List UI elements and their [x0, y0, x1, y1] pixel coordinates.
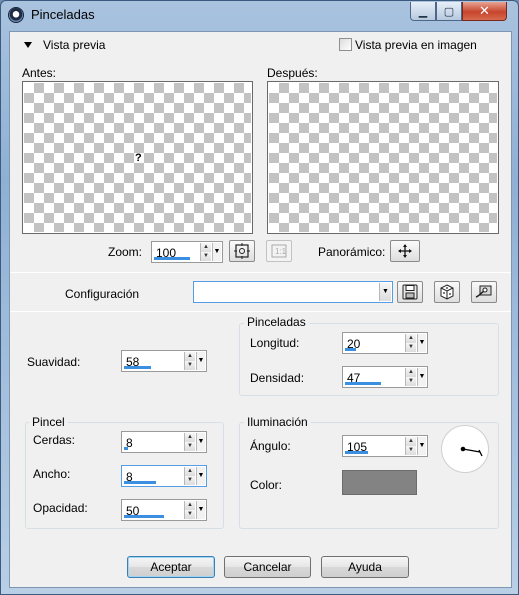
zoom-label: Zoom: — [108, 245, 143, 259]
pan-button[interactable] — [390, 240, 420, 262]
zoom-level-bar — [154, 257, 190, 260]
before-preview-marker: ? — [135, 152, 142, 164]
accept-button[interactable]: Aceptar — [127, 556, 215, 578]
cerdas-label: Cerdas: — [33, 433, 76, 447]
densidad-dropdown[interactable]: ▼ — [417, 368, 426, 386]
pincel-title: Pincel — [29, 415, 68, 429]
close-button[interactable]: ✕ — [462, 2, 507, 21]
randomize-dice-icon — [440, 284, 454, 300]
suavidad-label: Suavidad: — [27, 355, 81, 369]
cerdas-dropdown[interactable]: ▼ — [196, 433, 205, 451]
suavidad-stepper[interactable]: ▲ ▼ — [184, 352, 195, 370]
actual-size-button[interactable]: 1:1 — [266, 240, 292, 262]
config-dropdown-arrow[interactable]: ▼ — [379, 283, 391, 301]
color-label: Color: — [250, 478, 283, 492]
angulo-stepper[interactable]: ▲ ▼ — [405, 437, 416, 455]
opacidad-input[interactable]: 50 ▲ ▼ ▼ — [121, 499, 207, 521]
ancho-label: Ancho: — [33, 467, 71, 481]
longitud-input[interactable]: 20 ▲ ▼ ▼ — [342, 332, 428, 354]
preview-separator — [10, 272, 511, 273]
minimize-button[interactable]: ▁ — [410, 2, 436, 21]
ancho-stepper[interactable]: ▲ ▼ — [184, 467, 195, 485]
longitud-level-bar — [345, 348, 356, 351]
cerdas-stepper[interactable]: ▲ ▼ — [184, 433, 195, 451]
zoom-input[interactable]: 100 ▲ ▼ ▼ — [151, 241, 223, 263]
app-icon[interactable] — [8, 7, 24, 23]
pan-label: Panorámico: — [318, 245, 386, 259]
opacidad-stepper[interactable]: ▲ ▼ — [184, 501, 195, 519]
dialog-body: Vista previa Vista previa en imagen Ante… — [9, 31, 512, 588]
pan-move-icon — [398, 244, 412, 258]
preview-header-label[interactable]: Vista previa — [43, 38, 105, 52]
zoom-stepper[interactable]: ▲ ▼ — [200, 243, 211, 261]
angle-dial-icon — [460, 446, 483, 457]
iluminacion-title: Iluminación — [244, 415, 311, 429]
save-preset-button[interactable] — [397, 281, 423, 303]
actual-size-icon: 1:1 — [271, 244, 287, 258]
dialog-window: Pinceladas ▁ ▢ ✕ Vista previa Vista prev… — [0, 0, 519, 595]
suavidad-dropdown[interactable]: ▼ — [196, 352, 205, 370]
densidad-level-bar — [345, 382, 381, 385]
opacidad-level-bar — [124, 515, 164, 518]
angulo-label: Ángulo: — [250, 439, 291, 453]
suavidad-input[interactable]: 58 ▲ ▼ ▼ — [121, 350, 207, 372]
suavidad-level-bar — [124, 366, 151, 369]
densidad-stepper[interactable]: ▲ ▼ — [405, 368, 416, 386]
maximize-button[interactable]: ▢ — [436, 2, 462, 21]
preview-in-image-label[interactable]: Vista previa en imagen — [355, 38, 477, 52]
zoom-fit-button[interactable] — [229, 240, 255, 262]
opacidad-dropdown[interactable]: ▼ — [196, 501, 205, 519]
longitud-stepper[interactable]: ▲ ▼ — [405, 334, 416, 352]
config-separator — [10, 311, 511, 312]
zoom-fit-icon — [234, 243, 250, 259]
ancho-dropdown[interactable]: ▼ — [196, 467, 205, 485]
longitud-dropdown[interactable]: ▼ — [417, 334, 426, 352]
zoom-dropdown[interactable]: ▼ — [212, 243, 221, 261]
after-preview — [267, 81, 499, 234]
preview-in-image-checkbox[interactable] — [339, 38, 352, 51]
collapse-preview-icon[interactable] — [24, 42, 32, 48]
angulo-dropdown[interactable]: ▼ — [417, 437, 426, 455]
window-title: Pinceladas — [31, 7, 95, 22]
config-preset-select[interactable]: ▼ — [193, 281, 393, 303]
before-preview[interactable]: ? — [22, 81, 253, 234]
densidad-input[interactable]: 47 ▲ ▼ ▼ — [342, 366, 428, 388]
after-label: Después: — [267, 66, 318, 80]
cerdas-level-bar — [124, 447, 128, 450]
title-bar[interactable]: Pinceladas ▁ ▢ ✕ — [1, 1, 518, 29]
config-label: Configuración — [65, 287, 140, 301]
pinceladas-title: Pinceladas — [244, 315, 309, 329]
angulo-level-bar — [345, 451, 368, 454]
cancel-button[interactable]: Cancelar — [224, 556, 311, 578]
randomize-button[interactable] — [434, 281, 460, 303]
angle-dial[interactable] — [441, 425, 489, 473]
svg-text:1:1: 1:1 — [275, 247, 287, 256]
help-button[interactable]: Ayuda — [321, 556, 409, 578]
save-preset-icon — [402, 284, 418, 300]
reset-defaults-button[interactable] — [471, 281, 497, 303]
angulo-input[interactable]: 105 ▲ ▼ ▼ — [342, 435, 428, 457]
reset-defaults-icon — [475, 285, 492, 298]
ancho-level-bar — [124, 481, 156, 484]
densidad-label: Densidad: — [250, 371, 305, 385]
longitud-label: Longitud: — [250, 336, 300, 350]
ancho-input[interactable]: 8 ▲ ▼ ▼ — [121, 465, 207, 487]
color-swatch[interactable] — [342, 470, 417, 495]
before-label: Antes: — [22, 66, 57, 80]
opacidad-label: Opacidad: — [33, 501, 88, 515]
cerdas-input[interactable]: 8 ▲ ▼ ▼ — [121, 431, 207, 453]
